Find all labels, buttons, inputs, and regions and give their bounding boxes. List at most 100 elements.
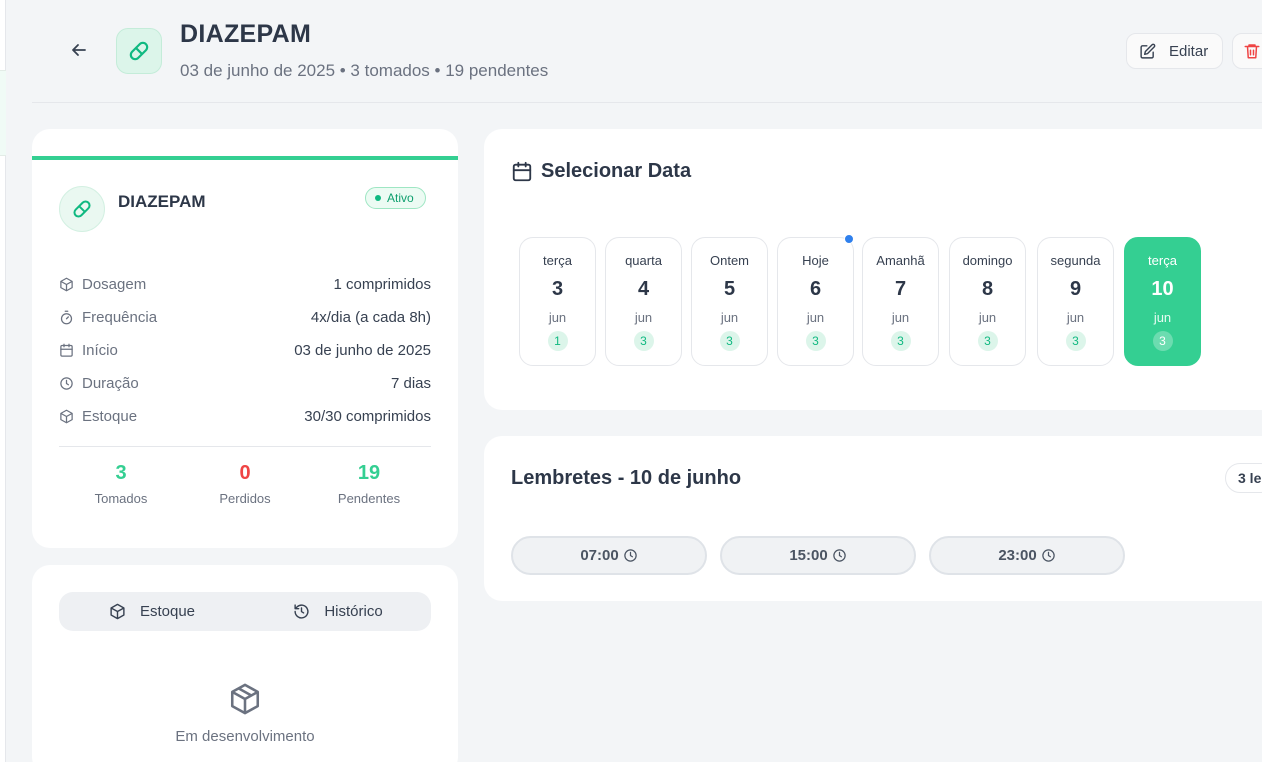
detail-row-frequencia: Frequência 4x/dia (a cada 8h) <box>59 301 431 334</box>
day-number: 4 <box>637 278 650 300</box>
dose-count-badge: 3 <box>1065 331 1086 351</box>
day-month: jun <box>1153 310 1172 325</box>
tab-estoque[interactable]: Estoque <box>59 592 245 631</box>
stats-divider <box>59 446 431 447</box>
stat-value: 3 <box>115 462 127 484</box>
day-number: 6 <box>809 278 822 300</box>
empty-state-text: Em desenvolvimento <box>175 728 315 745</box>
reminder-time: 15:00 <box>789 547 828 564</box>
day-name: segunda <box>1050 253 1101 268</box>
medication-details: Dosagem 1 comprimidos Frequência 4x/dia … <box>59 268 431 433</box>
pill-icon <box>129 41 149 61</box>
pill-icon <box>73 200 91 218</box>
day-month: jun <box>978 310 997 325</box>
timer-icon <box>60 310 73 325</box>
day-item[interactable]: domingo 8 jun 3 <box>949 237 1026 366</box>
day-month: jun <box>634 310 653 325</box>
day-item[interactable]: Amanhã 7 jun 3 <box>862 237 939 366</box>
detail-row-estoque: Estoque 30/30 comprimidos <box>59 400 431 433</box>
tab-historico[interactable]: Histórico <box>245 592 431 631</box>
dose-count-badge: 3 <box>1152 331 1173 351</box>
medication-name: DIAZEPAM <box>118 192 206 211</box>
day-month: jun <box>891 310 910 325</box>
detail-row-inicio: Início 03 de junho de 2025 <box>59 334 431 367</box>
day-number: 5 <box>723 278 736 300</box>
day-item-selected[interactable]: terça 10 jun 3 <box>1124 237 1201 366</box>
delete-button[interactable] <box>1232 33 1262 69</box>
back-button[interactable] <box>66 37 92 63</box>
day-name: Hoje <box>802 253 829 268</box>
day-number: 9 <box>1069 278 1082 300</box>
reminder-time-pill[interactable]: 15:00 <box>720 536 916 575</box>
status-badge: Ativo <box>365 187 426 209</box>
detail-label: Frequência <box>82 309 158 326</box>
stat-pendentes: 19 Pendentes <box>307 462 431 506</box>
tab-label: Estoque <box>139 603 196 620</box>
detail-row-duracao: Duração 7 dias <box>59 367 431 400</box>
day-number: 8 <box>981 278 994 300</box>
day-name: terça <box>1148 253 1177 268</box>
dose-count-badge: 3 <box>805 331 826 351</box>
detail-value: 03 de junho de 2025 <box>294 342 431 359</box>
edit-button[interactable]: Editar <box>1126 33 1223 69</box>
day-name: domingo <box>962 253 1013 268</box>
day-item[interactable]: Ontem 5 jun 3 <box>691 237 768 366</box>
detail-label: Dosagem <box>82 276 147 293</box>
edit-button-label: Editar <box>1169 42 1209 60</box>
stat-tomados: 3 Tomados <box>59 462 183 506</box>
day-item-today[interactable]: Hoje 6 jun 3 <box>777 234 854 366</box>
detail-row-dosagem: Dosagem 1 comprimidos <box>59 268 431 301</box>
page-title: DIAZEPAM <box>180 20 312 48</box>
page-subtitle: 03 de junho de 2025 • 3 tomados • 19 pen… <box>180 61 549 80</box>
detail-value: 4x/dia (a cada 8h) <box>310 309 431 326</box>
day-month: jun <box>548 310 567 325</box>
day-month: jun <box>720 310 739 325</box>
stock-history-card: Estoque Histórico Em desenvolvimento <box>32 565 458 762</box>
detail-label: Duração <box>82 375 139 392</box>
medication-icon-badge <box>59 186 105 232</box>
stat-value: 0 <box>239 462 251 484</box>
day-name: Amanhã <box>876 253 925 268</box>
stat-label: Tomados <box>94 491 148 506</box>
stat-label: Perdidos <box>219 491 271 506</box>
reminders-title: Lembretes - 10 de junho <box>511 467 742 489</box>
medication-avatar <box>116 28 162 74</box>
reminder-time: 07:00 <box>580 547 619 564</box>
reminder-time-pill[interactable]: 23:00 <box>929 536 1125 575</box>
day-item[interactable]: segunda 9 jun 3 <box>1037 237 1114 366</box>
stat-perdidos: 0 Perdidos <box>183 462 307 506</box>
detail-label: Início <box>82 342 118 359</box>
clock-icon <box>1041 549 1055 562</box>
reminders-card: Lembretes - 10 de junho 3 le 07:00 15:00… <box>484 436 1262 601</box>
detail-value: 7 dias <box>390 375 431 392</box>
trash-icon <box>1244 44 1260 59</box>
day-number: 3 <box>551 278 564 300</box>
box-icon <box>60 409 73 424</box>
box-icon <box>230 683 260 715</box>
detail-label: Estoque <box>82 408 138 425</box>
tab-label: Histórico <box>324 603 383 620</box>
dose-count-badge: 3 <box>719 331 740 351</box>
day-list: terça 3 jun 1 quarta 4 jun 3 Ontem 5 jun… <box>519 234 1219 366</box>
day-month: jun <box>1066 310 1085 325</box>
reminder-time-pill[interactable]: 07:00 <box>511 536 707 575</box>
date-selector-title: Selecionar Data <box>541 160 692 182</box>
reminders-count-badge: 3 le <box>1225 463 1262 493</box>
dose-stats: 3 Tomados 0 Perdidos 19 Pendentes <box>59 462 431 506</box>
left-edge-highlight <box>0 70 6 156</box>
history-icon <box>294 604 309 619</box>
date-selector-card: Selecionar Data terça 3 jun 1 quarta 4 j… <box>484 129 1262 410</box>
today-indicator-dot <box>844 234 854 244</box>
box-icon <box>60 277 73 292</box>
clock-icon <box>623 549 637 562</box>
page-header: DIAZEPAM 03 de junho de 2025 • 3 tomados… <box>32 0 1262 103</box>
detail-value: 30/30 comprimidos <box>304 408 431 425</box>
box-icon <box>110 603 125 620</box>
day-item[interactable]: quarta 4 jun 3 <box>605 237 682 366</box>
stat-label: Pendentes <box>337 491 401 506</box>
detail-value: 1 comprimidos <box>333 276 431 293</box>
medication-info-card: DIAZEPAM Ativo Dosagem 1 comprimidos Fre… <box>32 129 458 548</box>
day-item[interactable]: terça 3 jun 1 <box>519 237 596 366</box>
day-number: 7 <box>894 278 907 300</box>
dose-count-badge: 3 <box>890 331 911 351</box>
